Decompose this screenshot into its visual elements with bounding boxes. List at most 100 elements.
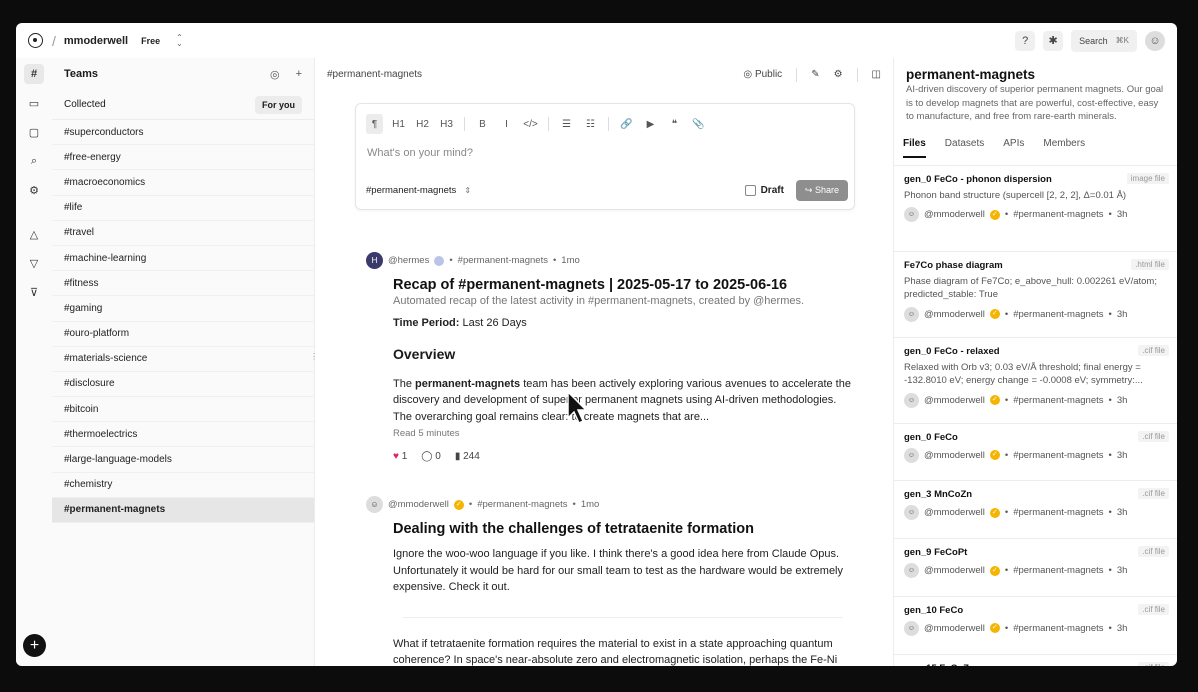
toggle-panel-icon[interactable]: ◫ [872, 69, 881, 80]
embed-icon[interactable]: ▶ [642, 114, 659, 134]
tab-files[interactable]: Files [903, 138, 926, 158]
team-item[interactable]: #fitness [52, 271, 314, 297]
collected-row[interactable]: Collected For you [52, 90, 314, 120]
inbox-icon[interactable]: ▭ [24, 93, 44, 113]
team-item[interactable]: #thermoelectrics [52, 422, 314, 448]
author-avatar[interactable]: ☺ [904, 620, 919, 636]
file-author[interactable]: @mmoderwell [924, 623, 985, 634]
bold-icon[interactable]: B [474, 114, 491, 134]
file-channel[interactable]: #permanent-magnets [1013, 450, 1103, 461]
file-channel[interactable]: #permanent-magnets [1013, 565, 1103, 576]
post-title[interactable]: Recap of #permanent-magnets | 2025-05-17… [393, 277, 856, 293]
numbered-list-icon[interactable]: ☷ [582, 114, 599, 134]
author-avatar[interactable]: ☺ [904, 563, 919, 579]
flask-icon[interactable]: ⊽ [24, 282, 44, 302]
file-item[interactable]: gen_0 FeCo - phonon dispersion image file… [894, 166, 1177, 252]
chat-icon[interactable]: ▢ [24, 122, 44, 142]
app-logo-icon[interactable] [28, 33, 43, 48]
file-item[interactable]: gen_9 FeCoPt .cif file ☺ @mmoderwell ✓ • #perm… [894, 539, 1177, 597]
team-item[interactable]: #bitcoin [52, 397, 314, 423]
composer-input[interactable]: What's on your mind? [356, 134, 854, 159]
file-channel[interactable]: #permanent-magnets [1013, 309, 1103, 320]
tab-datasets[interactable]: Datasets [945, 138, 984, 158]
share-button[interactable]: ↪ Share [795, 180, 848, 201]
search-button[interactable]: Search ⌘K [1071, 29, 1137, 52]
author-avatar[interactable]: ☺ [904, 207, 919, 222]
file-item[interactable]: Fe7Co phase diagram .html file Phase diagr… [894, 252, 1177, 338]
tab-members[interactable]: Members [1043, 138, 1085, 158]
post-author[interactable]: @hermes [388, 255, 429, 266]
user-avatar[interactable]: ☺ [1145, 30, 1165, 51]
workspace-username[interactable]: mmoderwell [64, 35, 128, 47]
attachment-icon[interactable]: 📎 [690, 114, 707, 134]
team-item[interactable]: #free-energy [52, 145, 314, 171]
heading3-icon[interactable]: H3 [438, 114, 455, 134]
edit-icon[interactable]: ✎ [811, 69, 819, 80]
file-channel[interactable]: #permanent-magnets [1013, 395, 1103, 406]
chevron-updown-icon[interactable]: ⇕ [464, 186, 471, 195]
create-button[interactable]: + [23, 634, 46, 657]
italic-icon[interactable]: I [498, 114, 515, 134]
triangle-down-icon[interactable]: ▽ [24, 253, 44, 273]
file-author[interactable]: @mmoderwell [924, 209, 985, 220]
team-item[interactable]: #macroeconomics [52, 170, 314, 196]
team-item[interactable]: #machine-learning [52, 246, 314, 272]
comment-button[interactable]: ◯ 0 [421, 451, 441, 462]
help-icon[interactable]: ? [1015, 30, 1036, 51]
quote-icon[interactable]: ❝ [666, 114, 683, 134]
link-icon[interactable]: 🔗 [618, 114, 635, 134]
hash-icon[interactable]: # [24, 64, 44, 84]
file-item[interactable]: gen_0 FeCo .cif file ☺ @mmoderwell ✓ • #perman… [894, 424, 1177, 482]
search-icon[interactable]: ⌕ [24, 151, 44, 171]
post-body[interactable]: Dealing with the challenges of tetrataen… [393, 521, 856, 666]
team-item[interactable]: #travel [52, 221, 314, 246]
channel-settings-icon[interactable]: ⚙ [834, 69, 843, 80]
team-item[interactable]: #gaming [52, 296, 314, 322]
post-author[interactable]: @mmoderwell [388, 499, 449, 510]
draft-toggle[interactable]: Draft [744, 185, 784, 196]
draft-checkbox[interactable] [744, 185, 756, 196]
file-channel[interactable]: #permanent-magnets [1013, 507, 1103, 518]
team-item[interactable]: #life [52, 196, 314, 221]
hermes-avatar[interactable]: H [366, 252, 383, 269]
file-channel[interactable]: #permanent-magnets [1013, 623, 1103, 634]
team-item[interactable]: #ouro-platform [52, 322, 314, 347]
post-channel[interactable]: #permanent-magnets [458, 255, 548, 266]
mmoderwell-avatar[interactable]: ☺ [366, 496, 383, 513]
browse-teams-icon[interactable]: ◎ [270, 68, 280, 81]
code-icon[interactable]: </> [522, 114, 539, 134]
post-body[interactable]: Recap of #permanent-magnets | 2025-05-17… [393, 277, 856, 462]
team-item[interactable]: #chemistry [52, 473, 314, 498]
team-item[interactable]: #disclosure [52, 372, 314, 398]
like-button[interactable]: ♥ 1 [393, 451, 407, 462]
triangle-icon[interactable]: △ [24, 224, 44, 244]
team-item[interactable]: #superconductors [52, 120, 314, 146]
file-author[interactable]: @mmoderwell [924, 309, 985, 320]
heading2-icon[interactable]: H2 [414, 114, 431, 134]
team-item[interactable]: #materials-science [52, 347, 314, 372]
file-author[interactable]: @mmoderwell [924, 507, 985, 518]
bullet-list-icon[interactable]: ☰ [558, 114, 575, 134]
file-item[interactable]: gen_15 FeCoZn.cif file [894, 655, 1177, 666]
team-item[interactable]: #permanent-magnets [52, 497, 314, 523]
for-you-button[interactable]: For you [255, 95, 302, 114]
post-title[interactable]: Dealing with the challenges of tetrataen… [393, 521, 856, 537]
paragraph-icon[interactable]: ¶ [366, 114, 383, 134]
visibility-toggle[interactable]: ◎ Public [743, 69, 782, 80]
file-channel[interactable]: #permanent-magnets [1013, 209, 1103, 220]
team-item[interactable]: #large-language-models [52, 447, 314, 473]
heading1-icon[interactable]: H1 [390, 114, 407, 134]
settings-icon[interactable]: ⚙ [24, 180, 44, 200]
author-avatar[interactable]: ☺ [904, 505, 919, 521]
file-item[interactable]: gen_10 FeCo .cif file ☺ @mmoderwell ✓ • #perma… [894, 597, 1177, 655]
file-author[interactable]: @mmoderwell [924, 395, 985, 406]
composer-channel-select[interactable]: #permanent-magnets [366, 185, 456, 196]
tab-apis[interactable]: APIs [1003, 138, 1024, 158]
file-author[interactable]: @mmoderwell [924, 565, 985, 576]
bug-icon[interactable]: ✱ [1043, 30, 1064, 51]
add-team-icon[interactable]: + [296, 68, 302, 81]
author-avatar[interactable]: ☺ [904, 306, 919, 322]
file-item[interactable]: gen_0 FeCo - relaxed .cif file Relaxed wit… [894, 338, 1177, 424]
author-avatar[interactable]: ☺ [904, 447, 919, 463]
post-channel[interactable]: #permanent-magnets [477, 499, 567, 510]
